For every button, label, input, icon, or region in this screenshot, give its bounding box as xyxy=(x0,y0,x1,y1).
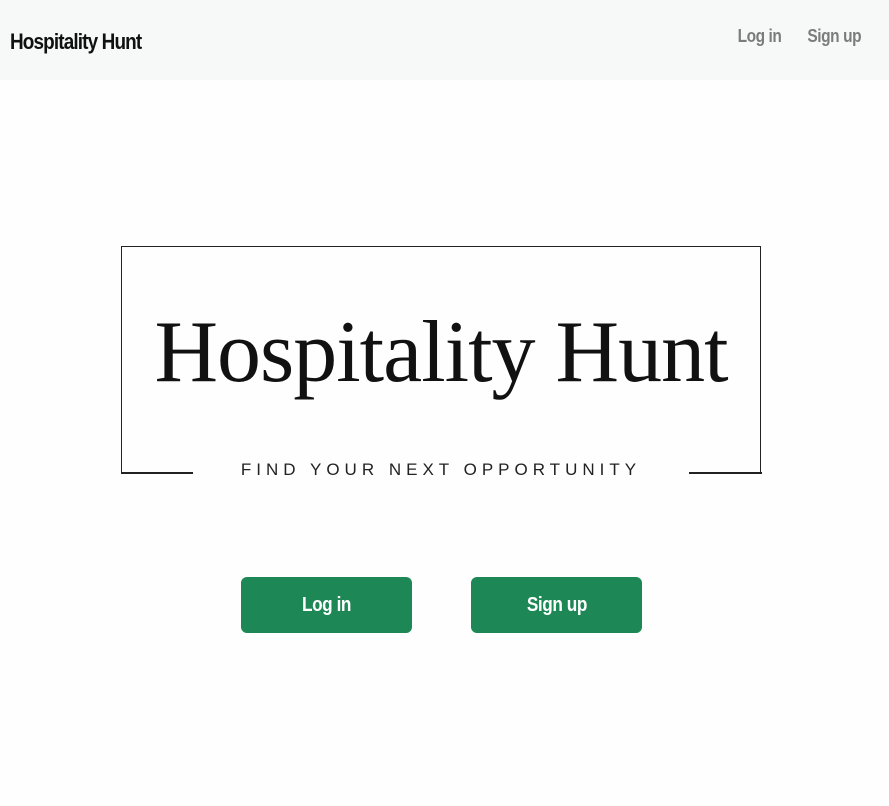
signup-button[interactable]: Sign up xyxy=(471,577,642,633)
nav-signup-link[interactable]: Sign up xyxy=(807,26,861,47)
logo-title: Hospitality Hunt xyxy=(154,304,728,401)
logo-frame-bottom-left-line xyxy=(121,472,193,474)
nav-login-link[interactable]: Log in xyxy=(737,26,781,47)
logo-tagline: FIND YOUR NEXT OPPORTUNITY xyxy=(240,460,642,479)
login-button[interactable]: Log in xyxy=(241,577,412,633)
nav-links: Log in Sign up xyxy=(734,26,865,47)
signup-button-label: Sign up xyxy=(526,593,587,616)
logo-frame-bottom-right-line xyxy=(689,472,762,474)
login-button-label: Log in xyxy=(301,593,351,616)
brand-logo-text[interactable]: Hospitality Hunt xyxy=(10,29,142,55)
navbar: Hospitality Hunt Log in Sign up xyxy=(0,0,889,80)
